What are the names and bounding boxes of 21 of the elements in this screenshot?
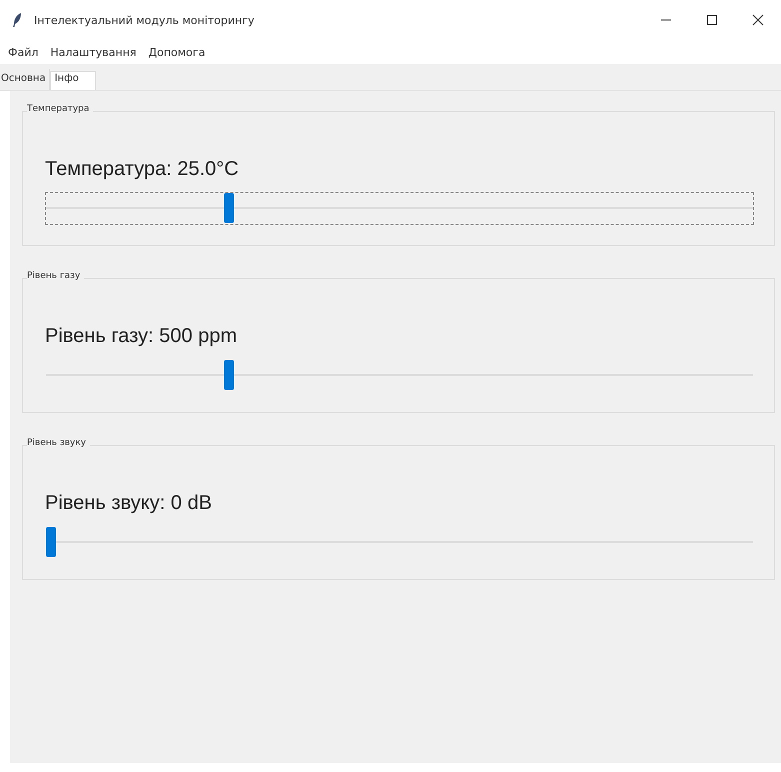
tab[interactable]: Інфо (50, 71, 96, 90)
slider[interactable] (45, 192, 754, 225)
feather-icon (12, 12, 22, 28)
maximize-icon (706, 14, 718, 26)
window-title: Інтелектуальний модуль моніторингу (34, 14, 254, 26)
slider[interactable] (45, 526, 754, 559)
close-icon (752, 14, 764, 26)
reading-label: Рівень звуку: 0 dB (45, 492, 213, 515)
reading-label: Температура: 25.0°C (45, 158, 240, 181)
tab[interactable]: Основна (0, 69, 50, 90)
slider-thumb[interactable] (224, 193, 234, 223)
slider-thumb[interactable] (224, 360, 234, 390)
slider[interactable] (45, 359, 754, 392)
group-title: Рівень звуку (27, 438, 90, 448)
slider-thumb[interactable] (46, 527, 56, 557)
menu-item[interactable]: Налаштування (44, 46, 142, 58)
group-title: Рівень газу (27, 271, 84, 281)
group-title: Температура (27, 104, 94, 114)
reading-label: Рівень газу: 500 ppm (45, 325, 238, 348)
menu-item[interactable]: Допомога (142, 46, 212, 58)
menu-item[interactable]: Файл (2, 46, 44, 58)
